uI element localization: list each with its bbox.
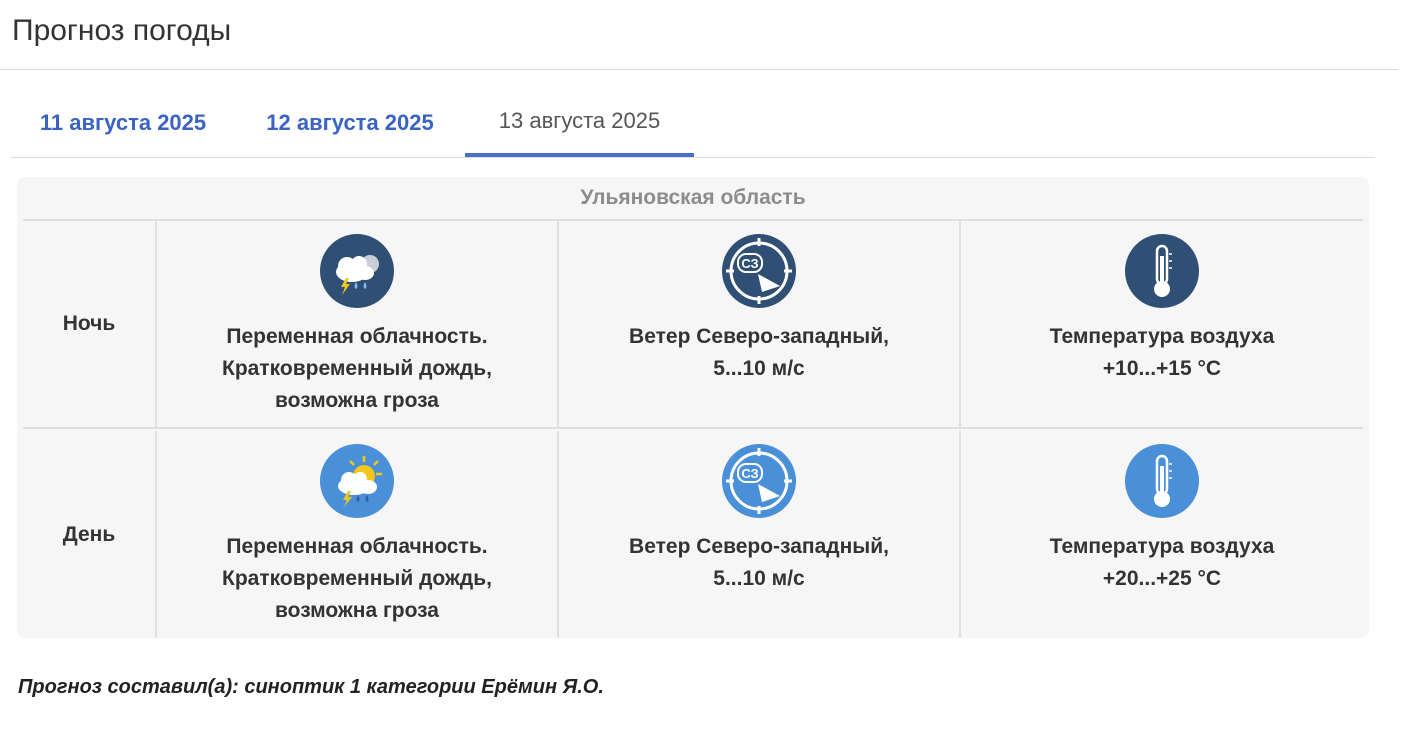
tab-aug-12[interactable]: 12 августа 2025 [235,88,465,157]
wind-direction-day-icon: СЗ [722,444,796,518]
night-temp-cell: Температура воздуха +10...+15 °С [961,221,1363,427]
day-weather-cell: Переменная облачность. Кратковременный д… [157,431,559,638]
thermometer-day-icon [1125,444,1199,518]
night-wind-cell: СЗ Ветер Северо-западный, 5...10 м/с [559,221,961,427]
tab-aug-13[interactable]: 13 августа 2025 [465,88,694,157]
night-wind-text: Ветер Северо-западный, 5...10 м/с [629,325,889,380]
cloud-rain-thunder-night-icon [320,234,394,308]
day-wind-text: Ветер Северо-западный, 5...10 м/с [629,535,889,590]
wind-direction-night-icon: СЗ [722,234,796,308]
page-title: Прогноз погоды [12,14,232,47]
tab-aug-11[interactable]: 11 августа 2025 [11,88,235,157]
day-temp-text: Температура воздуха +20...+25 °С [1049,535,1275,590]
page-header: Прогноз погоды [0,0,1398,70]
region-title: Ульяновская область [23,177,1363,221]
forecast-table: Ульяновская область Ночь Переменная обла… [17,177,1369,638]
night-weather-cell: Переменная облачность. Кратковременный д… [157,221,559,427]
night-weather-text: Переменная облачность. Кратковременный д… [222,325,492,412]
period-label-night: Ночь [23,221,157,427]
svg-text:СЗ: СЗ [741,256,758,271]
day-weather-text: Переменная облачность. Кратковременный д… [222,535,492,622]
day-temp-cell: Температура воздуха +20...+25 °С [961,431,1363,638]
day-row: День Переменная облачность. Кратковремен… [23,431,1363,638]
date-tabs: 11 августа 2025 12 августа 2025 13 авгус… [11,88,1375,158]
thermometer-night-icon [1125,234,1199,308]
forecast-author: Прогноз составил(а): синоптик 1 категори… [18,676,604,698]
period-label-day: День [23,431,157,638]
day-wind-cell: СЗ Ветер Северо-западный, 5...10 м/с [559,431,961,638]
sun-cloud-rain-thunder-icon [320,444,394,518]
night-temp-text: Температура воздуха +10...+15 °С [1049,325,1275,380]
svg-text:СЗ: СЗ [741,466,758,481]
night-row: Ночь Переменная облачность. Кратковремен [23,221,1363,429]
